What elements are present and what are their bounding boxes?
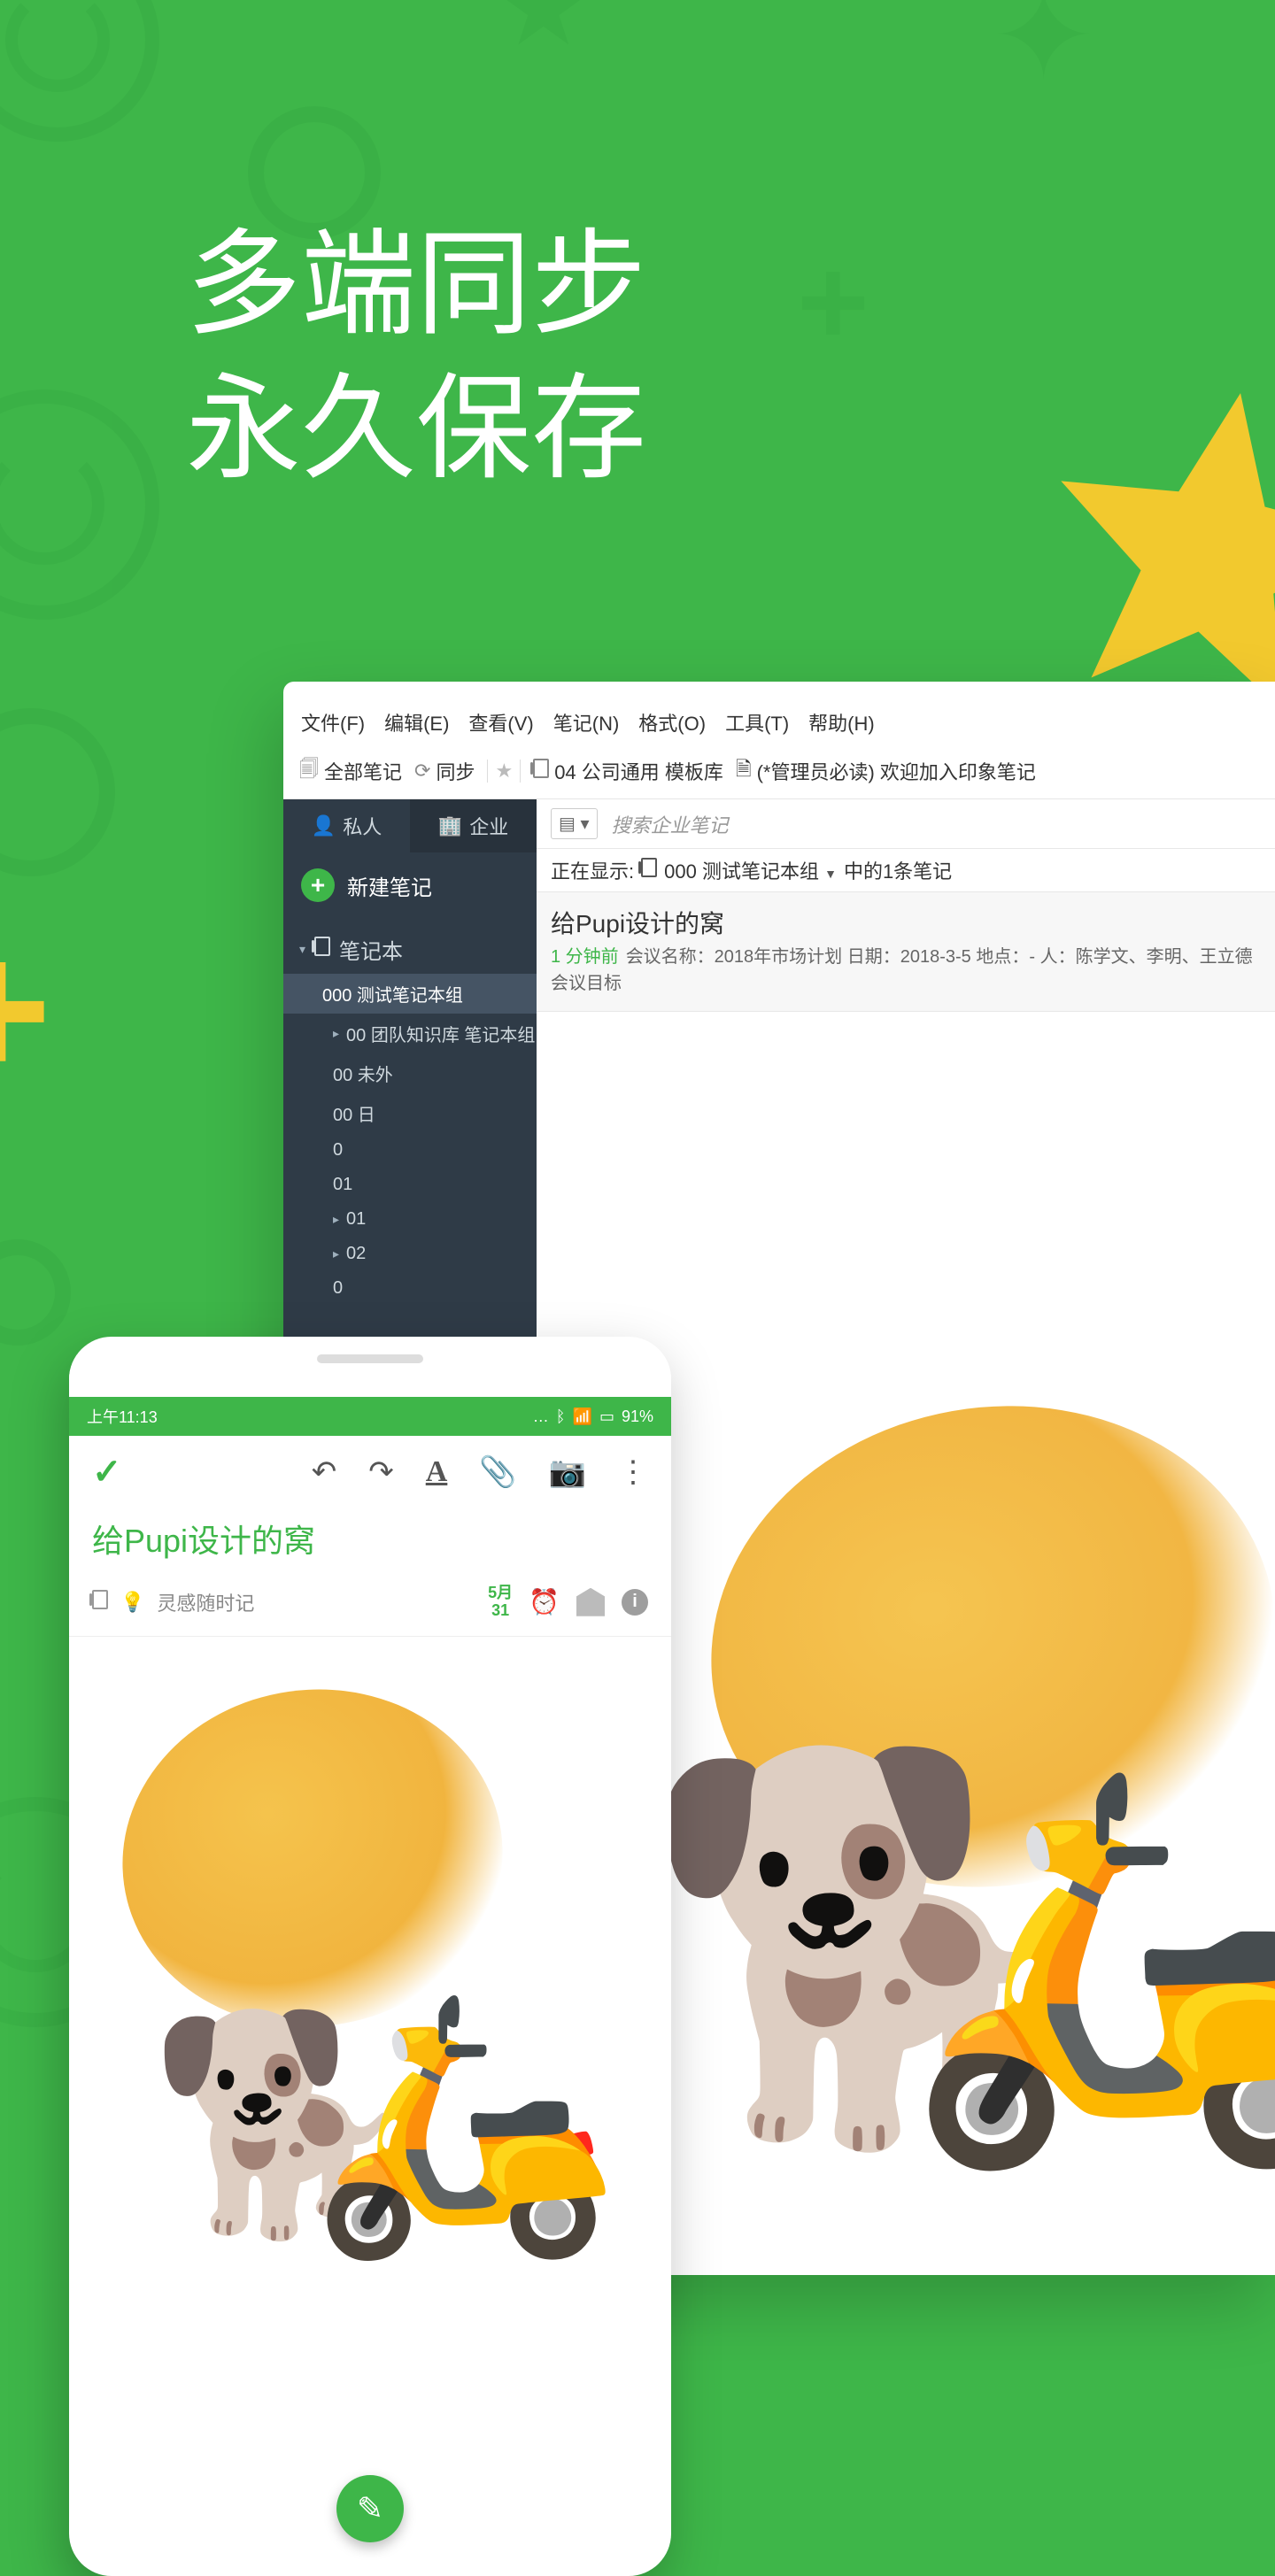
undo-button[interactable]: ↶: [312, 1454, 337, 1490]
bluetooth-icon: ᛒ: [556, 1408, 566, 1426]
caret-down-icon: ▾: [299, 942, 305, 957]
person-icon: 👤: [312, 814, 336, 837]
notebook-icon: [92, 1590, 108, 1615]
sidebar-item[interactable]: ▸02: [283, 1237, 537, 1271]
sync-icon: ⟳: [414, 760, 430, 783]
info-icon[interactable]: i: [622, 1589, 648, 1616]
current-notebook[interactable]: 000 测试笔记本组 ▼: [664, 856, 837, 884]
date-badge[interactable]: 5月 31: [488, 1585, 513, 1620]
mobile-editor-toolbar: ✓ ↶ ↷ A 📎 📷 ⋮: [69, 1436, 671, 1508]
sidebar-item[interactable]: 01: [283, 1168, 537, 1202]
hero-line1: 多端同步: [186, 212, 646, 357]
menu-edit[interactable]: 编辑(E): [384, 708, 449, 737]
sidebar-item[interactable]: 0: [283, 1271, 537, 1306]
sidebar-item[interactable]: 000 测试笔记本组: [283, 974, 537, 1014]
all-notes-button[interactable]: 🗐 全部笔记: [299, 754, 402, 788]
view-toggle[interactable]: ▤ ▾: [551, 808, 598, 839]
sidebar-tab-enterprise[interactable]: 🏢 企业: [410, 799, 537, 852]
mobile-note-title[interactable]: 给Pupi设计的窝: [69, 1508, 671, 1577]
reminder-icon[interactable]: ⏰: [529, 1587, 560, 1616]
status-time: 上午11:13: [87, 1405, 158, 1428]
notebook-name[interactable]: 灵感随时记: [157, 1588, 254, 1616]
mobile-illustration: 🐕 🛵: [69, 1637, 671, 2310]
text-style-button[interactable]: A: [426, 1455, 448, 1489]
battery-percent: 91%: [622, 1408, 653, 1426]
pencil-icon: ✎: [357, 2490, 383, 2527]
mobile-statusbar: 上午11:13 … ᛒ 📶 ▭ 91%: [69, 1397, 671, 1436]
mobile-app-frame: 上午11:13 … ᛒ 📶 ▭ 91% ✓ ↶ ↷ A 📎 📷 ⋮ 给Pupi设…: [69, 1337, 671, 2576]
favorite-star-icon[interactable]: ★: [487, 760, 521, 783]
desktop-menubar: 文件(F) 编辑(E) 查看(V) 笔记(N) 格式(O) 工具(T) 帮助(H…: [283, 682, 1275, 747]
camera-button[interactable]: 📷: [549, 1454, 586, 1490]
redo-button[interactable]: ↷: [368, 1454, 394, 1490]
breadcrumb-note[interactable]: 🗎 (*管理员必读) 欢迎加入印象笔记: [736, 754, 1036, 788]
plus-icon: +: [301, 868, 335, 902]
caret-right-icon: ▸: [333, 1026, 339, 1041]
menu-view[interactable]: 查看(V): [468, 708, 533, 737]
menu-tools[interactable]: 工具(T): [725, 708, 789, 737]
desktop-toolbar: 🗐 全部笔记 ⟳ 同步 ★ 04 公司通用 模板库 🗎 (*管理员必读) 欢迎加…: [283, 747, 1275, 799]
plus-decoration: +: [0, 912, 51, 1107]
sidebar-item[interactable]: 0: [283, 1133, 537, 1168]
sidebar-item[interactable]: ▸01: [283, 1202, 537, 1237]
search-input[interactable]: 搜索企业笔记: [612, 810, 729, 838]
caret-right-icon: ▸: [333, 1212, 339, 1227]
note-list-item[interactable]: 给Pupi设计的窝 1 分钟前会议名称：2018年市场计划 日期：2018-3-…: [537, 892, 1275, 1012]
new-note-button[interactable]: + 新建笔记: [283, 852, 537, 918]
sidebar-tab-personal[interactable]: 👤 私人: [283, 799, 410, 852]
tag-icon[interactable]: [576, 1587, 606, 1617]
more-icon: …: [533, 1408, 549, 1426]
hero-line2: 永久保存: [186, 357, 646, 501]
attachment-button[interactable]: 📎: [479, 1454, 516, 1490]
confirm-button[interactable]: ✓: [92, 1452, 122, 1492]
hero-headline: 多端同步 永久保存: [186, 212, 646, 500]
menu-file[interactable]: 文件(F): [301, 708, 365, 737]
building-icon: 🏢: [438, 814, 462, 837]
mobile-note-meta: 💡 灵感随时记 5月 31 ⏰ i: [69, 1577, 671, 1637]
note-meta: 1 分钟前会议名称：2018年市场计划 日期：2018-3-5 地点：- 人：陈…: [551, 944, 1263, 997]
menu-note[interactable]: 笔记(N): [553, 708, 620, 737]
note-stack-icon: 🗐: [299, 754, 319, 788]
lightbulb-icon: 💡: [120, 1591, 144, 1614]
overflow-menu-button[interactable]: ⋮: [618, 1454, 648, 1490]
notebook-icon: [314, 937, 330, 962]
chevron-down-icon: ▼: [824, 867, 837, 881]
notebook-icon: [641, 858, 657, 883]
note-title: 给Pupi设计的窝: [551, 905, 1263, 940]
caret-right-icon: ▸: [333, 1246, 339, 1261]
note-icon: 🗎: [736, 754, 752, 788]
menu-format[interactable]: 格式(O): [638, 708, 706, 737]
sidebar-section-notebooks[interactable]: ▾ 笔记本: [283, 925, 537, 974]
notebook-icon: [533, 759, 549, 783]
breadcrumb-notebook[interactable]: 04 公司通用 模板库: [533, 757, 723, 785]
wifi-icon: 📶: [573, 1408, 592, 1426]
sidebar-item[interactable]: ▸00 团队知识库 笔记本组: [283, 1014, 537, 1053]
battery-icon: ▭: [599, 1408, 614, 1426]
sync-button[interactable]: ⟳ 同步: [414, 757, 475, 785]
robot-vehicle-illustration: 🛵: [309, 2000, 618, 2248]
sidebar-item[interactable]: 00 日: [283, 1093, 537, 1133]
note-list-header: 正在显示: 000 测试笔记本组 ▼ 中的1条笔记: [537, 849, 1275, 892]
edit-fab-button[interactable]: ✎: [336, 2475, 404, 2542]
menu-help[interactable]: 帮助(H): [808, 708, 875, 737]
sidebar-item[interactable]: 00 未外: [283, 1053, 537, 1093]
